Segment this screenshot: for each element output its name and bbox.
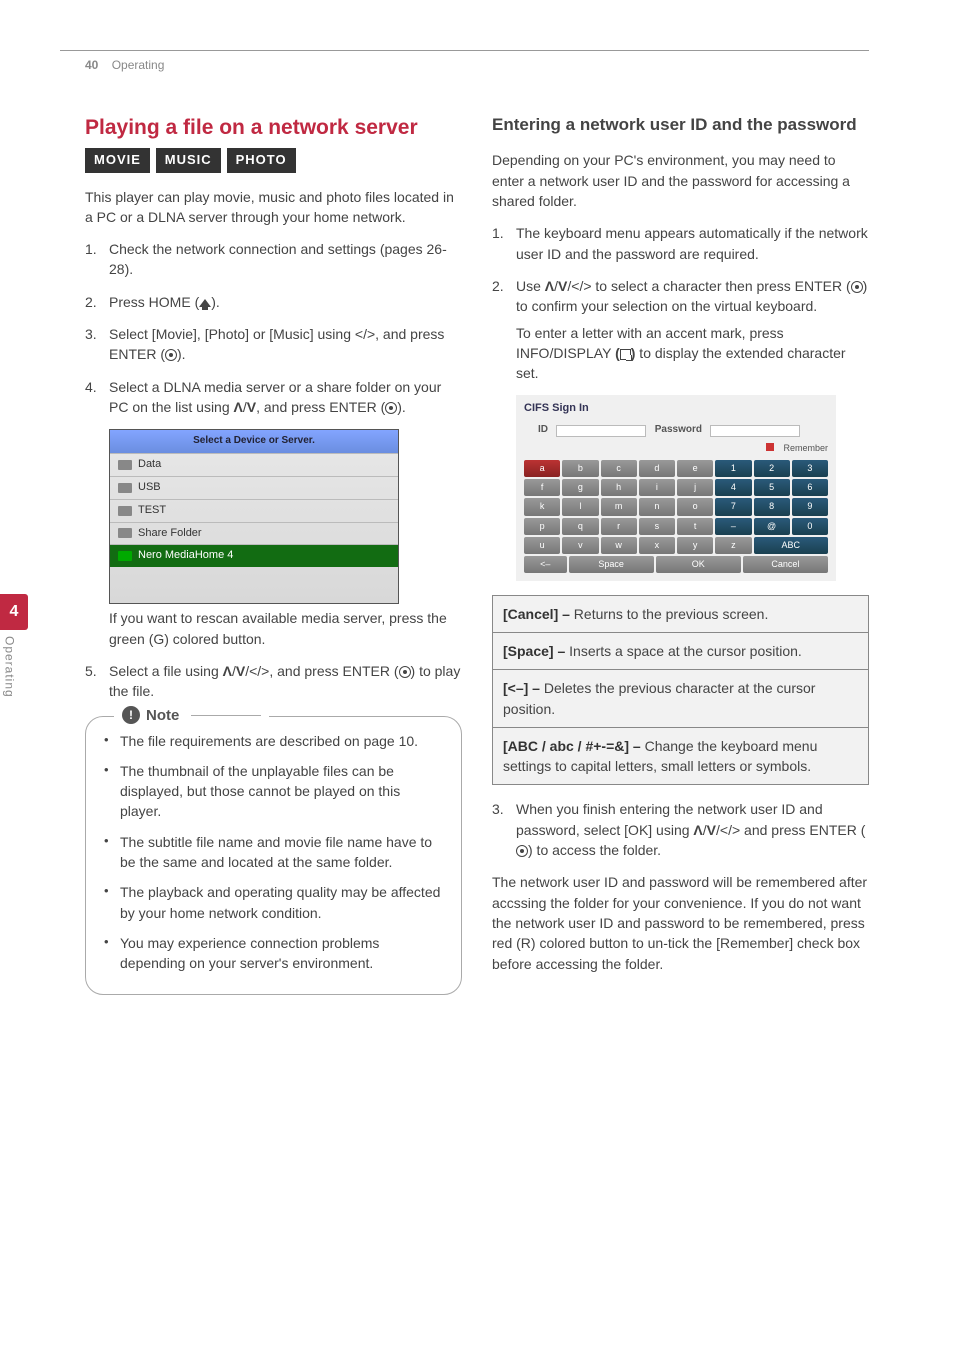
rstep-2: Use Λ/V/</> to select a character then p… (492, 276, 869, 317)
info-display-icon (620, 349, 631, 360)
section-title: Playing a file on a network server (85, 114, 462, 141)
folder-icon (118, 528, 132, 538)
pc-icon (118, 506, 132, 516)
note-item: The thumbnail of the unplayable files ca… (104, 761, 443, 822)
note-item: The subtitle file name and movie file na… (104, 832, 443, 873)
kb-title: CIFS Sign In (524, 401, 828, 417)
step-5: Select a file using Λ/V/</>, and press E… (85, 661, 462, 702)
definition-table: [Cancel] – Returns to the previous scree… (492, 595, 869, 786)
badge-movie: MOVIE (85, 148, 150, 173)
def-space: [Space] – Inserts a space at the cursor … (493, 632, 869, 669)
screenshot-title: Select a Device or Server. (110, 430, 398, 453)
sub-heading: Entering a network user ID and the passw… (492, 114, 869, 136)
def-cancel: [Cancel] – Returns to the previous scree… (493, 595, 869, 632)
home-icon (199, 299, 211, 307)
note-item: The playback and operating quality may b… (104, 882, 443, 923)
rstep-3: When you finish entering the network use… (492, 799, 869, 860)
rescan-text: If you want to rescan available media se… (85, 608, 462, 649)
rstep-1: The keyboard menu appears automatically … (492, 223, 869, 264)
chapter-number: 4 (0, 594, 28, 629)
badge-photo: PHOTO (227, 148, 296, 173)
right-intro: Depending on your PC's environment, you … (492, 150, 869, 211)
badge-music: MUSIC (156, 148, 221, 173)
note-item: The file requirements are described on p… (104, 731, 443, 751)
closing-text: The network user ID and password will be… (492, 872, 869, 973)
accent-text: To enter a letter with an accent mark, p… (492, 323, 869, 384)
note-label: ! Note (114, 705, 269, 727)
enter-icon (385, 402, 397, 414)
intro-text: This player can play movie, music and ph… (85, 187, 462, 228)
step-2: Press HOME (). (85, 292, 462, 312)
step-1: Check the network connection and setting… (85, 239, 462, 280)
page-header: 40 Operating (60, 57, 869, 74)
step-3: Select [Movie], [Photo] or [Music] using… (85, 324, 462, 365)
side-tab: 4 Operating (0, 594, 28, 697)
device-list-screenshot: Select a Device or Server. Data USB TEST… (109, 429, 399, 604)
note-icon: ! (122, 706, 140, 724)
keyboard-screenshot: CIFS Sign In ID Password Remember abcde1… (516, 395, 836, 580)
step-4: Select a DLNA media server or a share fo… (85, 377, 462, 418)
note-box: ! Note The file requirements are describ… (85, 716, 462, 995)
enter-icon (851, 281, 863, 293)
page-number: 40 (85, 58, 98, 72)
enter-icon (165, 349, 177, 361)
def-back: [<–] – Deletes the previous character at… (493, 670, 869, 728)
disc-icon (118, 460, 132, 470)
usb-icon (118, 483, 132, 493)
media-badges: MOVIE MUSIC PHOTO (85, 148, 462, 173)
enter-icon (399, 666, 411, 678)
note-item: You may experience connection problems d… (104, 933, 443, 974)
header-section: Operating (112, 58, 165, 72)
enter-icon (516, 845, 528, 857)
def-abc: [ABC / abc / #+-=&] – Change the keyboar… (493, 727, 869, 785)
chapter-label: Operating (0, 636, 17, 698)
server-icon (118, 551, 132, 561)
